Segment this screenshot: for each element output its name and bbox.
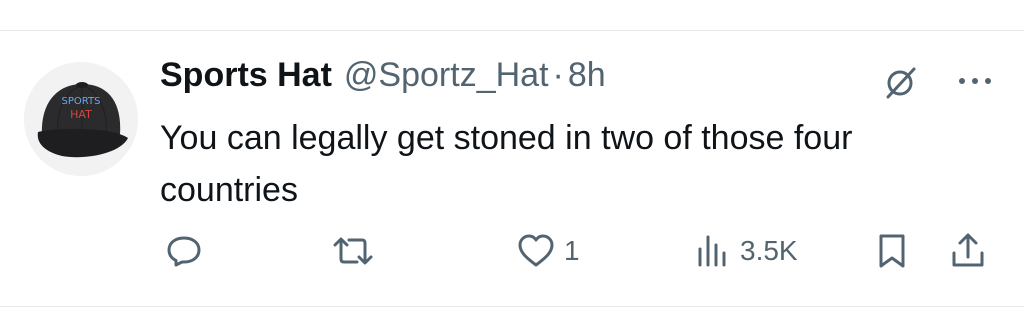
cap-text-line2: HAT <box>70 108 92 121</box>
heart-icon <box>518 234 554 267</box>
views-icon <box>698 235 726 267</box>
reply-button[interactable] <box>164 226 204 276</box>
cap-image: SPORTS HAT <box>24 62 138 176</box>
bottom-divider <box>0 306 1024 307</box>
more-options-icon[interactable] <box>955 74 995 88</box>
share-icon <box>952 233 984 267</box>
cap-text-line1: SPORTS <box>62 96 101 107</box>
views-count: 3.5K <box>740 235 798 266</box>
retweet-icon <box>333 237 373 265</box>
like-button[interactable]: 1 <box>516 226 580 276</box>
retweet-button[interactable] <box>330 226 376 276</box>
tweet-text: You can legally get stoned in two of tho… <box>160 119 853 209</box>
bookmark-button[interactable] <box>872 226 912 276</box>
grok-icon[interactable] <box>883 66 917 100</box>
timestamp[interactable]: 8h <box>568 56 606 95</box>
tweet-header: Sports Hat @Sportz_Hat · 8h <box>160 56 606 100</box>
like-count: 1 <box>564 235 580 266</box>
views-button[interactable]: 3.5K <box>692 226 798 276</box>
action-bar: 1 3.5K <box>0 226 1024 276</box>
tweet-container[interactable]: SPORTS HAT Sports Hat @Sportz_Hat · 8h Y… <box>0 0 1024 328</box>
display-name[interactable]: Sports Hat <box>160 56 332 95</box>
avatar[interactable]: SPORTS HAT <box>24 62 138 176</box>
reply-icon <box>167 236 201 267</box>
separator-dot: · <box>552 56 564 94</box>
user-handle[interactable]: @Sportz_Hat <box>344 56 549 95</box>
share-button[interactable] <box>948 226 988 276</box>
bookmark-icon <box>879 234 905 268</box>
top-divider <box>0 30 1024 31</box>
